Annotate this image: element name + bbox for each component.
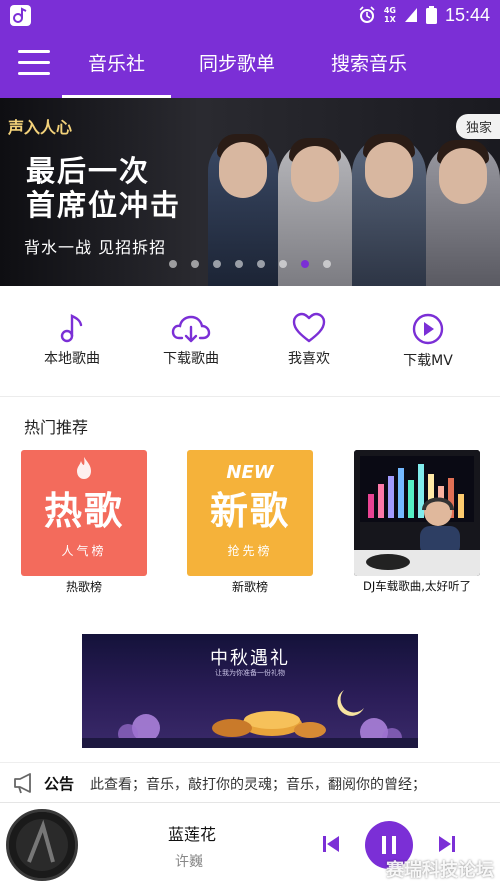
- mini-player[interactable]: 蓝莲花 许巍 赛瑞科技论坛: [0, 802, 500, 888]
- new-songs-card[interactable]: NEW 新歌 抢先榜: [187, 450, 313, 576]
- singer-head: [439, 148, 487, 204]
- music-note-icon: [60, 314, 83, 343]
- artist-name: 许巍: [175, 854, 203, 870]
- signal-icon: [404, 8, 417, 22]
- new-songs-card-title: 新歌: [209, 489, 290, 533]
- banner-title-line2: 首席位冲击: [26, 188, 182, 222]
- song-title: 蓝莲花: [168, 825, 217, 844]
- carousel-indicator: [0, 260, 500, 268]
- menu-button[interactable]: [18, 50, 50, 78]
- next-icon[interactable]: [438, 834, 456, 854]
- status-indicators: 4G 1X 15:44: [358, 0, 490, 30]
- favorites-button[interactable]: 我喜欢: [259, 304, 359, 388]
- announcement-label: 公告: [44, 775, 75, 793]
- local-songs-button[interactable]: 本地歌曲: [22, 304, 122, 388]
- section-divider: [0, 396, 500, 397]
- megaphone-icon: [14, 773, 31, 794]
- watermark: 赛瑞科技论坛: [386, 860, 494, 881]
- carousel-dot[interactable]: [191, 260, 199, 268]
- favorites-label: 我喜欢: [288, 351, 330, 367]
- local-songs-label: 本地歌曲: [44, 351, 100, 367]
- carousel-dot[interactable]: [169, 260, 177, 268]
- network-bottom-label: 1X: [384, 15, 396, 24]
- album-cover[interactable]: [6, 809, 78, 881]
- mid-autumn-promo[interactable]: 中秋遇礼 让我为你准备一份礼物: [82, 634, 418, 748]
- singer-head: [365, 142, 413, 198]
- section-title: 热门推荐: [24, 418, 89, 437]
- notification-app-icon: [10, 5, 31, 26]
- banner-title: 最后一次 首席位冲击: [26, 154, 181, 222]
- new-songs-label[interactable]: 新歌榜: [187, 578, 313, 595]
- cloud-download-icon: [171, 315, 211, 343]
- tab-search-music[interactable]: 搜索音乐: [331, 30, 407, 98]
- tab-music-club[interactable]: 音乐社: [61, 30, 172, 98]
- carousel-dot[interactable]: [323, 260, 331, 268]
- hot-songs-card[interactable]: 热歌 人气榜: [21, 450, 147, 576]
- previous-icon[interactable]: [322, 834, 340, 854]
- carousel-dot[interactable]: [257, 260, 265, 268]
- singer-head: [219, 142, 267, 198]
- banner-title-line1: 最后一次: [26, 154, 151, 188]
- download-mv-label: 下载MV: [403, 353, 453, 369]
- tab-sync-playlist[interactable]: 同步歌单: [199, 30, 275, 98]
- announcement-text: 此查看；音乐，敲打你的灵魂；音乐，翻阅你的曾经；: [90, 777, 426, 793]
- carousel-dot[interactable]: [279, 260, 287, 268]
- network-top-label: 4G: [383, 6, 396, 15]
- play-circle-icon: [412, 313, 444, 345]
- downloaded-songs-button[interactable]: 下载歌曲: [141, 304, 241, 388]
- carousel-dot[interactable]: [213, 260, 221, 268]
- hot-songs-card-subtitle: 人气榜: [61, 544, 107, 558]
- quick-actions: 本地歌曲 下载歌曲 我喜欢 下载MV: [0, 304, 500, 388]
- new-songs-card-subtitle: 抢先榜: [227, 544, 273, 558]
- menu-icon: [18, 50, 50, 53]
- exclusive-badge: 独家: [455, 114, 500, 139]
- singer-head: [291, 146, 339, 202]
- hot-songs-card-title: 热歌: [43, 489, 124, 533]
- alarm-icon: [359, 6, 375, 23]
- heart-icon: [292, 312, 326, 343]
- banner-logo: 声入人心: [8, 118, 73, 137]
- app-screen: 4G 1X 15:44 音乐社 同步歌单 搜索音乐 声入人心 最后一次 首席位冲…: [0, 0, 500, 888]
- dj-illustration: [354, 450, 480, 576]
- top-nav: 音乐社 同步歌单 搜索音乐: [0, 30, 500, 98]
- promo-illustration: [82, 690, 418, 748]
- banner-subtitle: 背水一战 见招拆招: [24, 238, 167, 257]
- downloaded-songs-label: 下载歌曲: [163, 351, 219, 367]
- carousel-dot-active[interactable]: [301, 260, 309, 268]
- promo-banner[interactable]: 声入人心 最后一次 首席位冲击 背水一战 见招拆招 独家: [0, 98, 500, 286]
- announcement-bar[interactable]: 公告 此查看；音乐，敲打你的灵魂；音乐，翻阅你的曾经；: [0, 762, 500, 802]
- carousel-dot[interactable]: [235, 260, 243, 268]
- menu-icon-line: [18, 72, 50, 75]
- flame-icon: [77, 457, 91, 479]
- clock: 15:44: [444, 4, 490, 25]
- status-bar: 4G 1X 15:44: [0, 0, 500, 30]
- download-mv-button[interactable]: 下载MV: [378, 304, 478, 388]
- battery-icon: [425, 6, 437, 24]
- network-type: 4G 1X: [384, 6, 396, 24]
- dj-songs-card[interactable]: [354, 450, 480, 576]
- hot-songs-label[interactable]: 热歌榜: [21, 578, 147, 595]
- menu-icon-line: [18, 61, 50, 64]
- dj-songs-label[interactable]: DJ车载歌曲,太好听了: [354, 578, 480, 594]
